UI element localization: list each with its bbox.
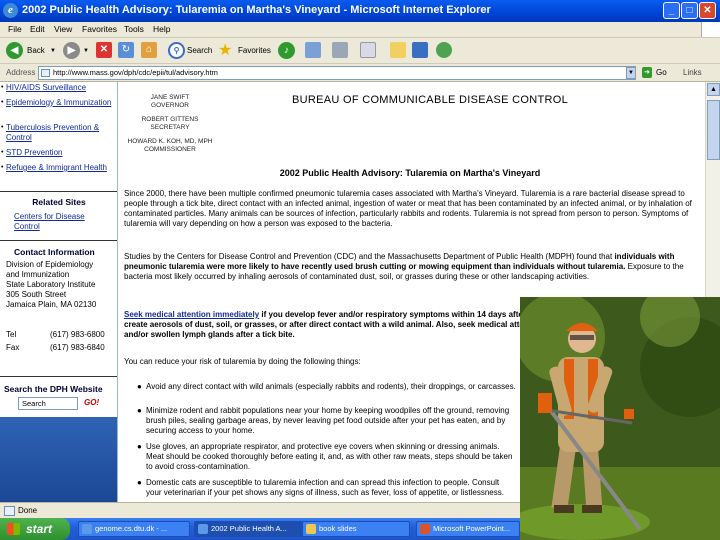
menu-file[interactable]: File — [8, 24, 22, 34]
contact-line: Division of Epidemiology — [6, 260, 94, 269]
home-icon[interactable]: ⌂ — [141, 42, 157, 58]
list-item: ● Domestic cats are susceptible to tulare… — [137, 478, 504, 497]
menu-view[interactable]: View — [54, 24, 72, 34]
page-icon — [4, 506, 15, 516]
menu-tools[interactable]: Tools — [124, 24, 144, 34]
tel-label: Tel — [6, 330, 17, 339]
address-bar: Address http://www.mass.gov/dph/cdc/epii… — [0, 64, 720, 82]
go-arrow-icon[interactable]: ➜ — [642, 67, 652, 78]
paragraph-intro: Since 2000, there have been multiple con… — [124, 189, 692, 228]
list-item: ● Avoid any direct contact with wild anim… — [137, 382, 516, 391]
photo-brush-cutter-worker — [520, 297, 720, 540]
powerpoint-icon — [420, 524, 430, 534]
go-button-label[interactable]: Go — [656, 68, 667, 77]
forward-dropdown-icon[interactable]: ▼ — [83, 48, 89, 54]
ie-icon — [198, 524, 208, 534]
window-title: 2002 Public Health Advisory: Tularemia o… — [22, 4, 491, 16]
contact-line: and Immunization — [6, 270, 70, 279]
list-item: ● Use gloves, an appropriate respirator, … — [137, 442, 513, 471]
taskbar-item[interactable]: Microsoft PowerPoint... — [416, 521, 520, 537]
menu-help[interactable]: Help — [153, 24, 170, 34]
contact-line: Jamaica Plain, MA 02130 — [6, 300, 97, 309]
menu-edit[interactable]: Edit — [30, 24, 45, 34]
close-button[interactable]: ✕ — [699, 2, 716, 19]
seek-medical-attention-link[interactable]: Seek medical attention immediately — [124, 310, 259, 319]
contact-line: State Laboratory Institute — [6, 280, 96, 289]
star-icon[interactable]: ★ — [218, 40, 232, 60]
decorative-wave — [0, 417, 117, 502]
cdc-link[interactable]: Centers for Disease Control — [14, 212, 109, 232]
fax-number: (617) 983-6840 — [50, 343, 105, 352]
start-button[interactable]: start — [0, 518, 70, 540]
folder-icon[interactable] — [390, 42, 406, 58]
sidebar-item-epidemiology[interactable]: • Epidemiology & Immunization — [1, 98, 116, 108]
folder-icon — [306, 524, 316, 534]
list-item: ● Minimize rodent and rabbit populations … — [137, 406, 510, 435]
sidebar-item-refugee[interactable]: • Refugee & Immigrant Health — [1, 163, 116, 173]
edit-icon[interactable] — [360, 42, 376, 58]
fax-label: Fax — [6, 343, 20, 352]
address-url[interactable]: http://www.mass.gov/dph/cdc/epii/tul/adv… — [53, 68, 218, 77]
address-field[interactable]: http://www.mass.gov/dph/cdc/epii/tul/adv… — [38, 66, 636, 80]
official-commissioner: HOWARD K. KOH, MD, MPH COMMISSIONER — [127, 138, 213, 153]
back-arrow-icon[interactable]: ◀ — [6, 42, 23, 59]
status-text: Done — [18, 506, 38, 515]
divider — [0, 376, 117, 377]
maximize-button[interactable]: □ — [681, 2, 698, 19]
sidebar-item-std[interactable]: • STD Prevention — [1, 148, 116, 158]
search-icon[interactable]: ⚲ — [168, 42, 185, 59]
page-icon — [41, 69, 50, 77]
contact-line: 305 South Street — [6, 290, 67, 299]
windows-logo-icon — [701, 22, 720, 37]
minimize-button[interactable]: _ — [663, 2, 680, 19]
print-icon[interactable] — [332, 42, 348, 58]
related-sites-heading: Related Sites — [32, 197, 86, 207]
divider — [0, 240, 117, 241]
worker-illustration — [520, 297, 720, 540]
taskbar-item[interactable]: genome.cs.dtu.dk - ... — [78, 521, 190, 537]
forward-arrow-icon[interactable]: ▶ — [63, 42, 80, 59]
media-bar-icon[interactable] — [412, 42, 428, 58]
search-heading: Search the DPH Website — [4, 384, 103, 394]
search-go-button[interactable]: GO! — [84, 398, 99, 407]
links-button[interactable]: Links — [683, 68, 702, 77]
taskbar-item[interactable]: book slides — [302, 521, 410, 537]
scroll-thumb[interactable] — [707, 100, 720, 160]
menu-bar: File Edit View Favorites Tools Help — [0, 22, 720, 38]
search-input[interactable]: Search — [18, 397, 78, 410]
back-button-label[interactable]: Back — [27, 46, 45, 55]
refresh-icon[interactable]: ↻ — [118, 42, 134, 58]
mail-icon[interactable] — [305, 42, 321, 58]
favorites-button-label[interactable]: Favorites — [238, 46, 271, 55]
media-icon[interactable]: ♪ — [278, 42, 295, 59]
taskbar-item[interactable]: 2002 Public Health A... — [194, 521, 306, 537]
divider — [0, 191, 117, 192]
toolbar: ◀ Back ▼ ▶ ▼ ✕ ↻ ⌂ ⚲ Search ★ Favorites … — [0, 38, 720, 64]
ie-icon — [82, 524, 92, 534]
sidebar-item-tuberculosis[interactable]: • Tuberculosis Prevention & Control — [1, 123, 116, 143]
page-title: 2002 Public Health Advisory: Tularemia o… — [279, 168, 541, 178]
search-button-label[interactable]: Search — [187, 46, 212, 55]
tel-number: (617) 983-6800 — [50, 330, 105, 339]
windows-logo-icon — [7, 523, 20, 535]
scroll-up-icon[interactable]: ▲ — [707, 83, 720, 96]
sidebar-item-hiv[interactable]: • HIV/AIDS Surveillance — [1, 83, 116, 93]
official-secretary: ROBERT GITTENS SECRETARY — [141, 116, 199, 131]
menu-favorites[interactable]: Favorites — [82, 24, 117, 34]
stop-icon[interactable]: ✕ — [96, 42, 112, 58]
back-dropdown-icon[interactable]: ▼ — [50, 48, 56, 54]
messenger-icon[interactable] — [436, 42, 452, 58]
paragraph-studies: Studies by the Centers for Disease Contr… — [124, 252, 684, 281]
contact-heading: Contact Information — [14, 247, 95, 257]
bureau-heading: BUREAU OF COMMUNICABLE DISEASE CONTROL — [291, 94, 569, 106]
address-label: Address — [6, 68, 36, 77]
ie-icon: e — [3, 3, 18, 18]
address-dropdown-icon[interactable]: ▼ — [626, 67, 636, 79]
title-bar: e 2002 Public Health Advisory: Tularemia… — [0, 0, 720, 22]
sidebar: • HIV/AIDS Surveillance • Epidemiology & I… — [0, 82, 118, 502]
